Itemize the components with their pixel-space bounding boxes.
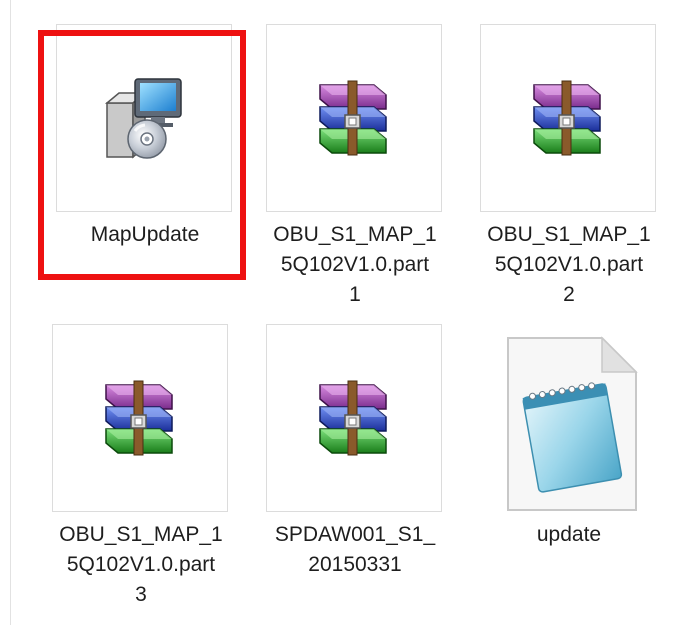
file-name[interactable]: SPDAW001_S1_ 20150331 — [250, 520, 460, 580]
winrar-archive-icon — [319, 380, 387, 456]
file-name[interactable]: OBU_S1_MAP_1 5Q102V1.0.part 2 — [464, 220, 674, 310]
file-name[interactable]: OBU_S1_MAP_1 5Q102V1.0.part 3 — [36, 520, 246, 610]
file-name[interactable]: OBU_S1_MAP_1 5Q102V1.0.part 1 — [250, 220, 460, 310]
file-thumbnail[interactable] — [480, 24, 656, 212]
winrar-archive-icon — [319, 80, 387, 156]
file-thumbnail[interactable] — [52, 324, 228, 512]
file-explorer-view: MapUpdate OBU_S1_MAP_1 5Q102V1.0.part 1 … — [0, 0, 676, 625]
pane-divider — [10, 0, 11, 625]
file-thumbnail[interactable] — [266, 324, 442, 512]
file-name[interactable]: update — [464, 520, 674, 550]
winrar-archive-icon — [105, 380, 173, 456]
notepad-document-icon[interactable] — [506, 336, 638, 512]
file-thumbnail[interactable] — [266, 24, 442, 212]
selection-highlight — [38, 30, 246, 280]
winrar-archive-icon — [533, 80, 601, 156]
